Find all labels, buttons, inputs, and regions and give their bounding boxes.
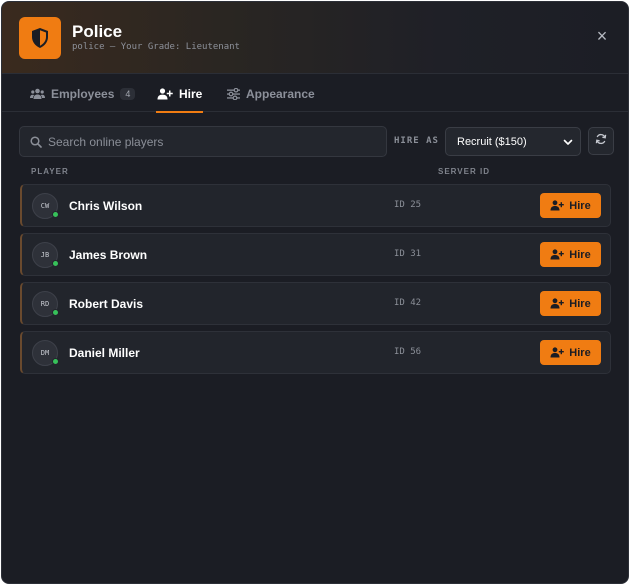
player-name: Robert Davis [69, 297, 144, 311]
tab-label: Employees [51, 86, 115, 101]
search-icon [30, 135, 42, 153]
column-header-player: PLAYER [31, 167, 69, 176]
hire-button[interactable]: Hire [540, 340, 601, 365]
online-status-icon [52, 358, 59, 365]
hire-button-label: Hire [569, 248, 591, 261]
hire-button[interactable]: Hire [540, 242, 601, 267]
hire-button[interactable]: Hire [540, 291, 601, 316]
user-plus-icon [550, 298, 565, 309]
tab-label: Appearance [246, 86, 315, 101]
grade-select[interactable]: Recruit ($150) [445, 127, 581, 156]
hire-dialog: Police police — Your Grade: Lieutenant ×… [1, 1, 629, 584]
hire-as-label: HIRE AS [394, 136, 439, 146]
column-header-server-id: SERVER ID [438, 167, 490, 176]
server-id: ID 31 [394, 249, 422, 259]
search-input[interactable] [48, 127, 378, 156]
user-plus-icon [157, 87, 173, 100]
refresh-icon [595, 132, 607, 150]
search-box [19, 126, 387, 157]
tab-label: Hire [179, 86, 203, 101]
close-button[interactable]: × [594, 26, 610, 46]
refresh-button[interactable] [588, 127, 614, 155]
player-name: Daniel Miller [69, 346, 140, 360]
employee-count-badge: 4 [120, 87, 136, 100]
hire-button[interactable]: Hire [540, 193, 601, 218]
user-plus-icon [550, 200, 565, 211]
player-row: DM Daniel Miller ID 56 Hire [20, 331, 611, 374]
chevron-down-icon [562, 136, 574, 151]
grade-subtitle: police — Your Grade: Lieutenant [72, 42, 240, 52]
player-name: James Brown [69, 248, 148, 262]
tab-employees[interactable]: Employees 4 [30, 75, 136, 112]
tab-hire[interactable]: Hire [156, 75, 204, 113]
sliders-icon [227, 87, 240, 100]
player-name: Chris Wilson [69, 199, 143, 213]
online-status-icon [52, 260, 59, 267]
online-status-icon [52, 211, 59, 218]
hire-button-label: Hire [569, 346, 591, 359]
server-id: ID 56 [394, 347, 422, 357]
player-row: CW Chris Wilson ID 25 Hire [20, 184, 611, 227]
server-id: ID 42 [394, 298, 422, 308]
user-plus-icon [550, 347, 565, 358]
close-icon: × [596, 26, 608, 46]
page-title: Police [72, 22, 123, 41]
tab-bar: Employees 4 Hire Appearance [2, 75, 628, 113]
hire-button-label: Hire [569, 297, 591, 310]
online-status-icon [52, 309, 59, 316]
dialog-header: Police police — Your Grade: Lieutenant × [2, 2, 628, 74]
tab-appearance[interactable]: Appearance [227, 75, 315, 112]
grade-select-value: Recruit ($150) [457, 135, 527, 148]
user-plus-icon [550, 249, 565, 260]
hire-button-label: Hire [569, 199, 591, 212]
player-row: JB James Brown ID 31 Hire [20, 233, 611, 276]
users-icon [30, 88, 45, 100]
shield-icon [19, 17, 61, 59]
server-id: ID 25 [394, 200, 422, 210]
player-row: RD Robert Davis ID 42 Hire [20, 282, 611, 325]
